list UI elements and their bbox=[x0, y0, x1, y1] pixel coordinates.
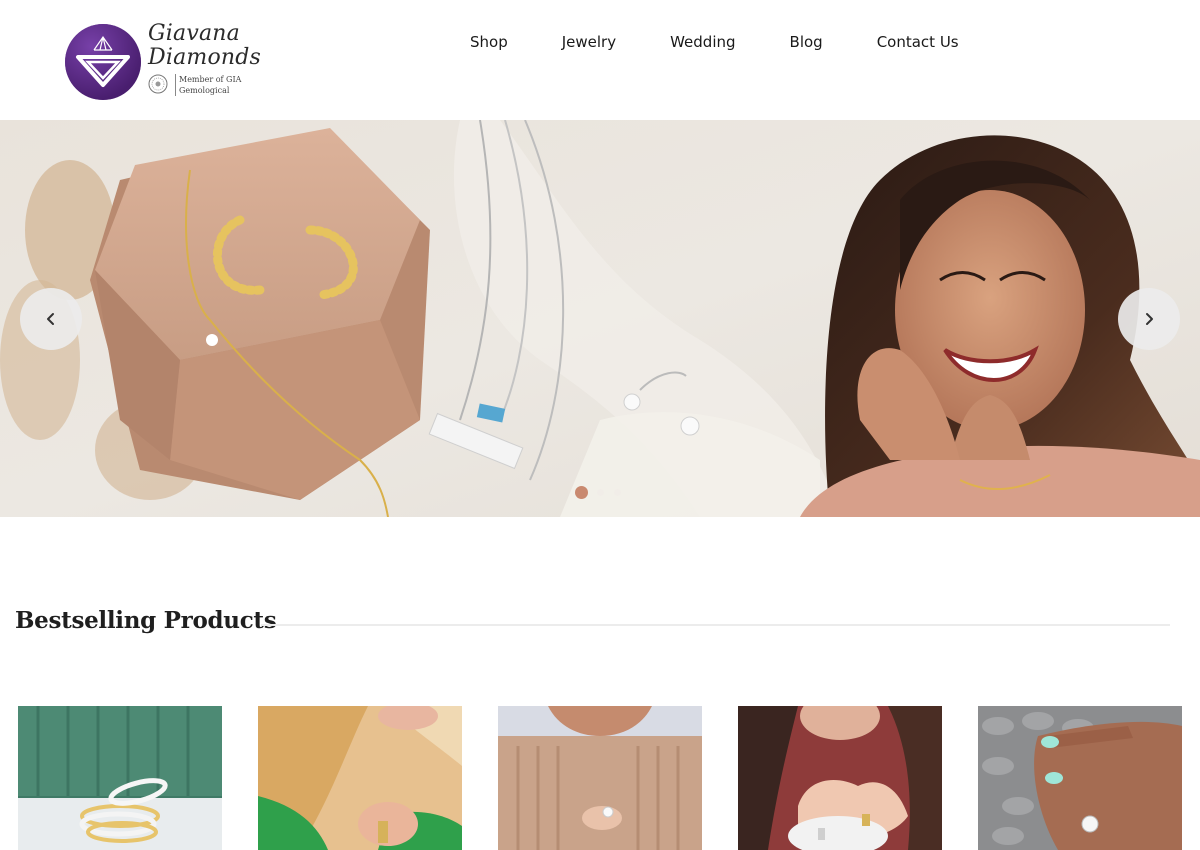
product-image bbox=[498, 706, 702, 850]
member-line2: Gemological bbox=[179, 86, 230, 95]
gia-seal-icon bbox=[148, 74, 168, 94]
hero-image bbox=[0, 120, 1200, 517]
brand-name-line1: Giavana bbox=[148, 21, 240, 46]
nav-wedding[interactable]: Wedding bbox=[670, 32, 735, 52]
nav-jewelry[interactable]: Jewelry bbox=[562, 32, 616, 52]
product-card-hands-with-rings[interactable] bbox=[738, 706, 942, 850]
nav-shop[interactable]: Shop bbox=[470, 32, 508, 52]
diamond-logo-icon bbox=[65, 24, 141, 100]
member-line1: Member of GIA bbox=[179, 75, 242, 84]
nav-contact-us[interactable]: Contact Us bbox=[877, 32, 959, 52]
product-card-stacked-diamond-bands[interactable] bbox=[18, 706, 222, 850]
product-image bbox=[978, 706, 1182, 850]
slider-dot-2[interactable] bbox=[597, 489, 604, 496]
slider-dot-3[interactable] bbox=[614, 489, 621, 496]
chevron-right-icon bbox=[1146, 313, 1153, 325]
slider-next-button[interactable] bbox=[1118, 288, 1180, 350]
section-divider bbox=[261, 624, 1170, 626]
brand-name-line2: Diamonds bbox=[148, 45, 262, 70]
product-image bbox=[738, 706, 942, 850]
member-text: Member of GIA Gemological bbox=[175, 74, 241, 96]
chevron-left-icon bbox=[47, 313, 54, 325]
section-title: Bestselling Products bbox=[15, 607, 277, 634]
slider-dot-1[interactable] bbox=[575, 486, 588, 499]
product-card-beige-sweater-ring[interactable] bbox=[498, 706, 702, 850]
product-image bbox=[18, 706, 222, 850]
slider-prev-button[interactable] bbox=[20, 288, 82, 350]
product-card-engagement-ring-knit[interactable] bbox=[978, 706, 1182, 850]
gia-membership: Member of GIA Gemological bbox=[148, 74, 258, 98]
nav-blog[interactable]: Blog bbox=[790, 32, 823, 52]
slider-dots bbox=[575, 486, 631, 499]
product-card-blonde-woman-ring-stack[interactable] bbox=[258, 706, 462, 850]
hero-slider bbox=[0, 120, 1200, 517]
main-nav: Shop Jewelry Wedding Blog Contact Us bbox=[470, 32, 959, 52]
brand-name: Giavana Diamonds Member of GIA Gemologic… bbox=[148, 21, 262, 96]
site-header: Giavana Diamonds Member of GIA Gemologic… bbox=[0, 0, 1200, 120]
brand-logo[interactable]: Giavana Diamonds Member of GIA Gemologic… bbox=[64, 22, 274, 102]
product-image bbox=[258, 706, 462, 850]
